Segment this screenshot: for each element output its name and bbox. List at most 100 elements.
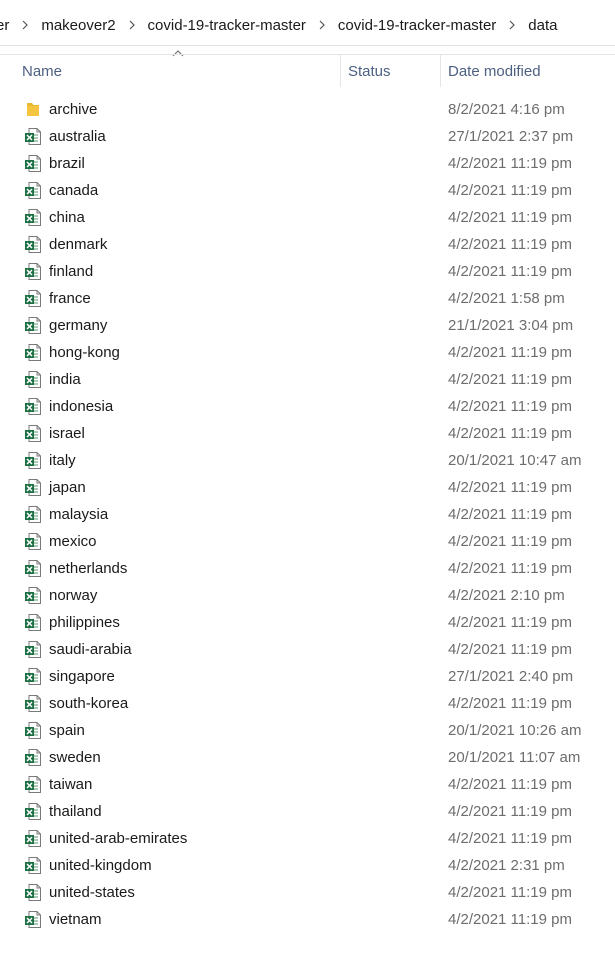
excel-file-icon — [24, 343, 42, 362]
chevron-right-icon[interactable] — [122, 20, 142, 30]
file-name: singapore — [49, 668, 115, 685]
excel-file-icon — [24, 289, 42, 308]
file-date-modified: 4/2/2021 11:19 pm — [448, 371, 572, 388]
file-row[interactable]: australia 27/1/2021 2:37 pm — [0, 123, 615, 150]
file-date-modified: 4/2/2021 11:19 pm — [448, 533, 572, 550]
file-row[interactable]: brazil 4/2/2021 11:19 pm — [0, 150, 615, 177]
file-row[interactable]: canada 4/2/2021 11:19 pm — [0, 177, 615, 204]
file-name: germany — [49, 317, 108, 334]
file-row[interactable]: south-korea 4/2/2021 11:19 pm — [0, 690, 615, 717]
file-date-modified: 4/2/2021 11:19 pm — [448, 776, 572, 793]
file-name: hong-kong — [49, 344, 120, 361]
file-date-modified: 20/1/2021 10:26 am — [448, 722, 582, 739]
breadcrumb-item-tracker[interactable]: covid-19-tracker-master — [142, 17, 312, 34]
excel-file-icon — [24, 370, 42, 389]
file-row[interactable]: vietnam 4/2/2021 11:19 pm — [0, 906, 615, 933]
file-row[interactable]: finland 4/2/2021 11:19 pm — [0, 258, 615, 285]
file-row[interactable]: germany 21/1/2021 3:04 pm — [0, 312, 615, 339]
chevron-right-icon[interactable] — [502, 20, 522, 30]
file-name: brazil — [49, 155, 85, 172]
file-row[interactable]: japan 4/2/2021 11:19 pm — [0, 474, 615, 501]
file-name: united-states — [49, 884, 135, 901]
file-date-modified: 4/2/2021 2:10 pm — [448, 587, 565, 604]
file-name: netherlands — [49, 560, 128, 577]
column-header-name[interactable]: Name — [22, 55, 62, 89]
file-date-modified: 4/2/2021 11:19 pm — [448, 236, 572, 253]
file-date-modified: 4/2/2021 11:19 pm — [448, 506, 572, 523]
file-row[interactable]: malaysia 4/2/2021 11:19 pm — [0, 501, 615, 528]
excel-file-icon — [24, 829, 42, 848]
file-row[interactable]: norway 4/2/2021 2:10 pm — [0, 582, 615, 609]
breadcrumb-divider — [0, 45, 615, 46]
file-row[interactable]: united-states 4/2/2021 11:19 pm — [0, 879, 615, 906]
column-header-date-modified[interactable]: Date modified — [448, 55, 541, 89]
file-date-modified: 20/1/2021 11:07 am — [448, 749, 581, 766]
file-date-modified: 4/2/2021 11:19 pm — [448, 911, 572, 928]
file-name: denmark — [49, 236, 108, 253]
chevron-right-icon[interactable] — [15, 20, 35, 30]
file-row[interactable]: denmark 4/2/2021 11:19 pm — [0, 231, 615, 258]
file-row[interactable]: spain 20/1/2021 10:26 am — [0, 717, 615, 744]
excel-file-icon — [24, 748, 42, 767]
excel-file-icon — [24, 613, 42, 632]
file-row[interactable]: philippines 4/2/2021 11:19 pm — [0, 609, 615, 636]
file-date-modified: 4/2/2021 11:19 pm — [448, 479, 572, 496]
file-name: finland — [49, 263, 94, 280]
file-row[interactable]: united-arab-emirates 4/2/2021 11:19 pm — [0, 825, 615, 852]
file-row[interactable]: mexico 4/2/2021 11:19 pm — [0, 528, 615, 555]
file-row[interactable]: united-kingdom 4/2/2021 2:31 pm — [0, 852, 615, 879]
file-name: vietnam — [49, 911, 102, 928]
excel-file-icon — [24, 451, 42, 470]
file-row[interactable]: singapore 27/1/2021 2:40 pm — [0, 663, 615, 690]
file-name: mexico — [49, 533, 97, 550]
file-row[interactable]: china 4/2/2021 11:19 pm — [0, 204, 615, 231]
column-header-status[interactable]: Status — [348, 55, 391, 89]
file-row[interactable]: france 4/2/2021 1:58 pm — [0, 285, 615, 312]
chevron-right-icon[interactable] — [312, 20, 332, 30]
file-row[interactable]: netherlands 4/2/2021 11:19 pm — [0, 555, 615, 582]
file-row[interactable]: india 4/2/2021 11:19 pm — [0, 366, 615, 393]
excel-file-icon — [24, 154, 42, 173]
file-row[interactable]: archive 8/2/2021 4:16 pm — [0, 96, 615, 123]
breadcrumb: er makeover2 covid-19-tracker-master cov… — [0, 0, 615, 50]
folder-icon — [24, 100, 42, 119]
file-name: italy — [49, 452, 76, 469]
file-row[interactable]: hong-kong 4/2/2021 11:19 pm — [0, 339, 615, 366]
file-name: united-arab-emirates — [49, 830, 188, 847]
file-name: india — [49, 371, 81, 388]
file-date-modified: 4/2/2021 11:19 pm — [448, 263, 572, 280]
file-name: thailand — [49, 803, 102, 820]
file-date-modified: 4/2/2021 11:19 pm — [448, 398, 572, 415]
column-resize-handle[interactable] — [440, 55, 441, 87]
file-date-modified: 4/2/2021 11:19 pm — [448, 209, 572, 226]
file-date-modified: 27/1/2021 2:40 pm — [448, 668, 574, 685]
file-date-modified: 4/2/2021 11:19 pm — [448, 830, 572, 847]
file-row[interactable]: italy 20/1/2021 10:47 am — [0, 447, 615, 474]
breadcrumb-item-tracker-inner[interactable]: covid-19-tracker-master — [332, 17, 502, 34]
file-row[interactable]: sweden 20/1/2021 11:07 am — [0, 744, 615, 771]
file-date-modified: 4/2/2021 11:19 pm — [448, 884, 572, 901]
excel-file-icon — [24, 532, 42, 551]
file-date-modified: 4/2/2021 11:19 pm — [448, 803, 572, 820]
breadcrumb-item-data[interactable]: data — [522, 17, 563, 34]
file-row[interactable]: israel 4/2/2021 11:19 pm — [0, 420, 615, 447]
breadcrumb-item-makeover2[interactable]: makeover2 — [35, 17, 121, 34]
excel-file-icon — [24, 640, 42, 659]
file-row[interactable]: thailand 4/2/2021 11:19 pm — [0, 798, 615, 825]
file-row[interactable]: indonesia 4/2/2021 11:19 pm — [0, 393, 615, 420]
file-name: indonesia — [49, 398, 114, 415]
file-row[interactable]: taiwan 4/2/2021 11:19 pm — [0, 771, 615, 798]
file-date-modified: 4/2/2021 11:19 pm — [448, 425, 572, 442]
file-row[interactable]: saudi-arabia 4/2/2021 11:19 pm — [0, 636, 615, 663]
excel-file-icon — [24, 181, 42, 200]
file-date-modified: 4/2/2021 11:19 pm — [448, 560, 572, 577]
file-list: archive 8/2/2021 4:16 pm australia 27/1/… — [0, 96, 615, 933]
file-name: australia — [49, 128, 106, 145]
file-name: japan — [49, 479, 86, 496]
column-resize-handle[interactable] — [340, 55, 341, 87]
file-date-modified: 4/2/2021 11:19 pm — [448, 695, 572, 712]
file-date-modified: 8/2/2021 4:16 pm — [448, 101, 565, 118]
excel-file-icon — [24, 856, 42, 875]
excel-file-icon — [24, 694, 42, 713]
breadcrumb-item-parent[interactable]: er — [0, 17, 15, 34]
